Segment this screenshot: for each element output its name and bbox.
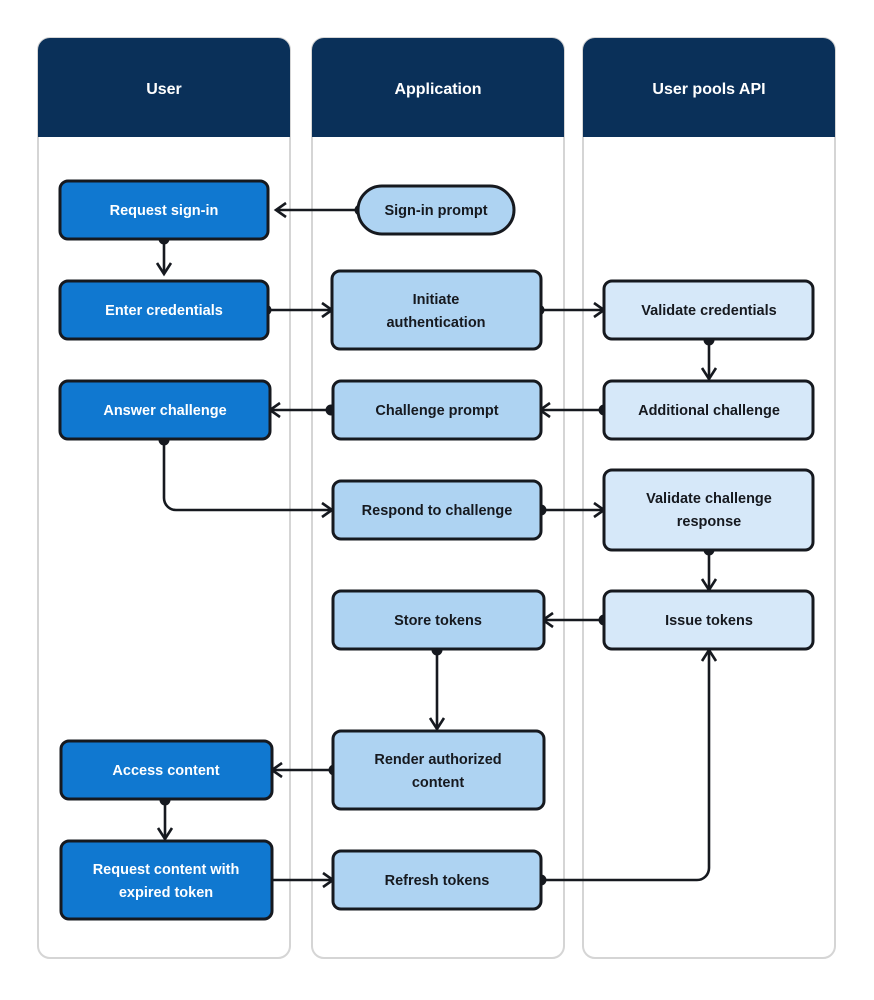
node-render-authorized-content-label-line2: content: [412, 775, 465, 791]
node-signin-prompt[interactable]: Sign-in prompt: [356, 184, 516, 236]
node-request-content-expired-token-label-line2: expired token: [119, 885, 213, 901]
node-render-authorized-content-shape[interactable]: [331, 729, 546, 811]
node-initiate-authentication-label-line2: authentication: [386, 315, 485, 331]
node-render-authorized-content-label-line1: Render authorized: [374, 752, 501, 768]
node-validate-credentials-label: Validate credentials: [641, 303, 776, 319]
node-refresh-tokens-label: Refresh tokens: [385, 873, 490, 889]
node-answer-challenge[interactable]: Answer challenge: [58, 379, 272, 441]
swimlane-diagram: User Application User pools API Request …: [0, 0, 874, 1000]
node-store-tokens-label: Store tokens: [394, 613, 482, 629]
node-challenge-prompt-label: Challenge prompt: [375, 403, 498, 419]
node-respond-to-challenge[interactable]: Respond to challenge: [331, 479, 543, 541]
node-access-content[interactable]: Access content: [59, 739, 274, 801]
node-enter-credentials-label: Enter credentials: [105, 303, 223, 319]
node-validate-challenge-response-label-line1: Validate challenge: [646, 491, 772, 507]
lane-title-application: Application: [394, 81, 481, 98]
node-signin-prompt-label: Sign-in prompt: [384, 203, 487, 219]
node-validate-challenge-response-shape[interactable]: [602, 468, 815, 552]
node-request-signin-label: Request sign-in: [110, 203, 219, 219]
node-respond-to-challenge-label: Respond to challenge: [362, 503, 513, 519]
node-challenge-prompt[interactable]: Challenge prompt: [331, 379, 543, 441]
node-initiate-authentication-shape[interactable]: [330, 269, 543, 351]
node-request-signin[interactable]: Request sign-in: [58, 179, 270, 241]
diagram-canvas: User Application User pools API Request …: [37, 37, 836, 959]
node-request-content-expired-token-label-line1: Request content with: [93, 862, 240, 878]
node-access-content-label: Access content: [112, 763, 219, 779]
node-issue-tokens[interactable]: Issue tokens: [602, 589, 815, 651]
node-additional-challenge[interactable]: Additional challenge: [602, 379, 815, 441]
node-issue-tokens-label: Issue tokens: [665, 613, 753, 629]
node-store-tokens[interactable]: Store tokens: [331, 589, 546, 651]
node-refresh-tokens[interactable]: Refresh tokens: [331, 849, 543, 911]
node-request-content-expired-token-shape[interactable]: [59, 839, 274, 921]
node-additional-challenge-label: Additional challenge: [638, 403, 780, 419]
node-validate-challenge-response-label-line2: response: [677, 514, 741, 530]
node-enter-credentials[interactable]: Enter credentials: [58, 279, 270, 341]
node-initiate-authentication-label-line1: Initiate: [413, 292, 460, 308]
lane-title-user: User: [146, 81, 182, 98]
lane-title-user-pools-api: User pools API: [652, 81, 765, 98]
node-validate-credentials[interactable]: Validate credentials: [602, 279, 815, 341]
node-answer-challenge-label: Answer challenge: [103, 403, 226, 419]
